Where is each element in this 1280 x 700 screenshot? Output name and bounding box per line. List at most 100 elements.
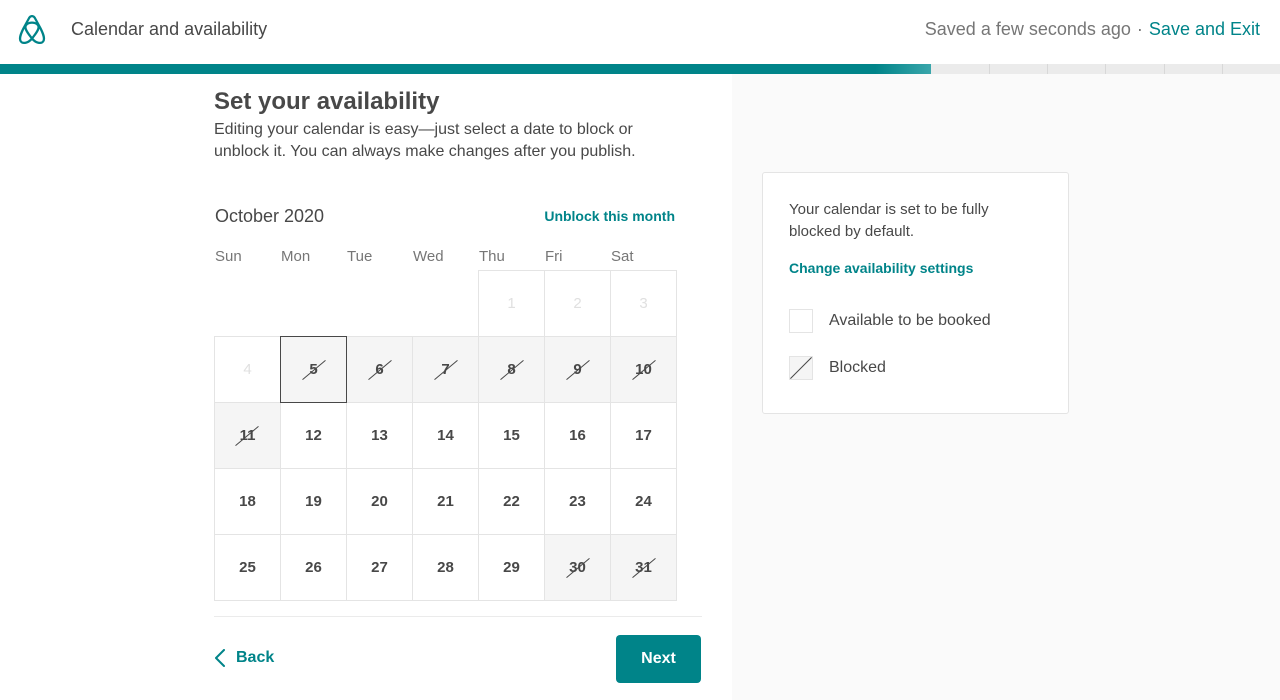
- calendar-day-2: 2: [544, 270, 611, 337]
- weekday-wed: Wed: [413, 248, 444, 265]
- calendar-day-9[interactable]: 9: [544, 336, 611, 403]
- calendar-day-26[interactable]: 26: [280, 534, 347, 601]
- next-button[interactable]: Next: [616, 635, 701, 683]
- calendar-day-14[interactable]: 14: [412, 402, 479, 469]
- calendar-day-4: 4: [214, 336, 281, 403]
- unblock-month-link[interactable]: Unblock this month: [544, 208, 675, 224]
- page-header-title: Calendar and availability: [71, 19, 268, 39]
- day-number: 11: [239, 427, 256, 444]
- day-number: 21: [437, 493, 454, 510]
- progress-segment-divider: [1047, 64, 1049, 74]
- day-number: 22: [503, 493, 520, 510]
- calendar-day-22[interactable]: 22: [478, 468, 545, 535]
- day-number: 10: [635, 361, 652, 378]
- day-number: 3: [639, 295, 648, 312]
- day-number: 12: [305, 427, 322, 444]
- calendar-day-23[interactable]: 23: [544, 468, 611, 535]
- day-number: 20: [371, 493, 388, 510]
- calendar-day-7[interactable]: 7: [412, 336, 479, 403]
- month-label: October 2020: [215, 206, 325, 226]
- day-number: 23: [569, 493, 586, 510]
- chevron-left-icon: [215, 649, 225, 667]
- page-description: Editing your calendar is easy—just selec…: [214, 121, 636, 160]
- legend-item-available: Available to be booked: [789, 309, 991, 333]
- day-number: 7: [441, 361, 450, 378]
- day-number: 4: [243, 361, 252, 378]
- calendar-day-5[interactable]: 5: [280, 336, 347, 403]
- calendar-day-11[interactable]: 11: [214, 402, 281, 469]
- save-and-exit-link[interactable]: Save and Exit: [1149, 19, 1260, 39]
- calendar-day-29[interactable]: 29: [478, 534, 545, 601]
- day-number: 31: [635, 559, 652, 576]
- calendar-day-28[interactable]: 28: [412, 534, 479, 601]
- calendar-day-6[interactable]: 6: [346, 336, 413, 403]
- legend-label-blocked: Blocked: [829, 359, 886, 376]
- day-number: 25: [239, 559, 256, 576]
- day-number: 26: [305, 559, 322, 576]
- separator: ·: [1136, 19, 1143, 39]
- calendar-day-20[interactable]: 20: [346, 468, 413, 535]
- day-number: 17: [635, 427, 652, 444]
- top-header: Calendar and availability Saved a few se…: [0, 0, 1280, 64]
- footer-divider: [214, 616, 702, 617]
- info-card-text: Your calendar is set to be fully blocked…: [789, 201, 989, 240]
- day-number: 13: [371, 427, 388, 444]
- calendar-day-21[interactable]: 21: [412, 468, 479, 535]
- change-availability-settings-link[interactable]: Change availability settings: [789, 260, 973, 276]
- day-number: 28: [437, 559, 454, 576]
- page-title: Set your availability: [214, 88, 440, 115]
- calendar-day-8[interactable]: 8: [478, 336, 545, 403]
- calendar-day-17[interactable]: 17: [610, 402, 677, 469]
- calendar-day-19[interactable]: 19: [280, 468, 347, 535]
- weekday-sun: Sun: [215, 248, 242, 265]
- available-swatch-icon: [789, 309, 813, 333]
- progress-segment-divider: [1221, 64, 1223, 74]
- progress-bar: [0, 64, 1280, 74]
- weekday-mon: Mon: [281, 248, 311, 265]
- calendar-day-3: 3: [610, 270, 677, 337]
- day-number: 9: [573, 361, 582, 378]
- weekday-fri: Fri: [545, 248, 563, 265]
- day-number: 1: [507, 295, 516, 312]
- saved-status-text: Saved a few seconds ago: [924, 19, 1131, 39]
- day-number: 30: [569, 559, 586, 576]
- legend-item-blocked: Blocked: [789, 356, 886, 380]
- back-button-label: Back: [236, 649, 275, 666]
- calendar-day-1: 1: [478, 270, 545, 337]
- weekday-sat: Sat: [611, 248, 634, 265]
- day-number: 5: [309, 361, 318, 378]
- day-number: 19: [305, 493, 322, 510]
- calendar-day-30[interactable]: 30: [544, 534, 611, 601]
- progress-segment-divider: [988, 64, 990, 74]
- day-number: 6: [375, 361, 384, 378]
- day-number: 15: [503, 427, 520, 444]
- save-status-area: Saved a few seconds ago · Save and Exit: [925, 19, 1260, 40]
- calendar-day-31[interactable]: 31: [610, 534, 677, 601]
- day-number: 8: [507, 361, 516, 378]
- airbnb-logo-icon[interactable]: [17, 15, 47, 47]
- progress-fill: [0, 64, 931, 74]
- calendar-day-18[interactable]: 18: [214, 468, 281, 535]
- calendar-day-27[interactable]: 27: [346, 534, 413, 601]
- weekday-thu: Thu: [479, 248, 505, 265]
- day-number: 16: [569, 427, 586, 444]
- legend-label-available: Available to be booked: [829, 312, 991, 329]
- calendar-day-25[interactable]: 25: [214, 534, 281, 601]
- day-number: 29: [503, 559, 520, 576]
- calendar-day-10[interactable]: 10: [610, 336, 677, 403]
- calendar-day-24[interactable]: 24: [610, 468, 677, 535]
- day-number: 2: [573, 295, 582, 312]
- weekday-header: Sun Mon Tue Wed Thu Fri Sat: [214, 248, 677, 268]
- day-number: 14: [437, 427, 454, 444]
- calendar-day-16[interactable]: 16: [544, 402, 611, 469]
- progress-segment-divider: [1105, 64, 1107, 74]
- blocked-swatch-icon: [789, 356, 813, 380]
- weekday-tue: Tue: [347, 248, 373, 265]
- calendar-grid: 1 2 3 4 5 6 7 8 9 10 11 12 13 14 15 16 17 18 19 20 21 22 23 24 2…: [214, 270, 677, 601]
- availability-info-card: Your calendar is set to be fully blocked…: [762, 172, 1069, 414]
- calendar-day-13[interactable]: 13: [346, 402, 413, 469]
- calendar-day-12[interactable]: 12: [280, 402, 347, 469]
- day-number: 24: [635, 493, 652, 510]
- calendar-day-15[interactable]: 15: [478, 402, 545, 469]
- back-button[interactable]: Back: [214, 646, 274, 670]
